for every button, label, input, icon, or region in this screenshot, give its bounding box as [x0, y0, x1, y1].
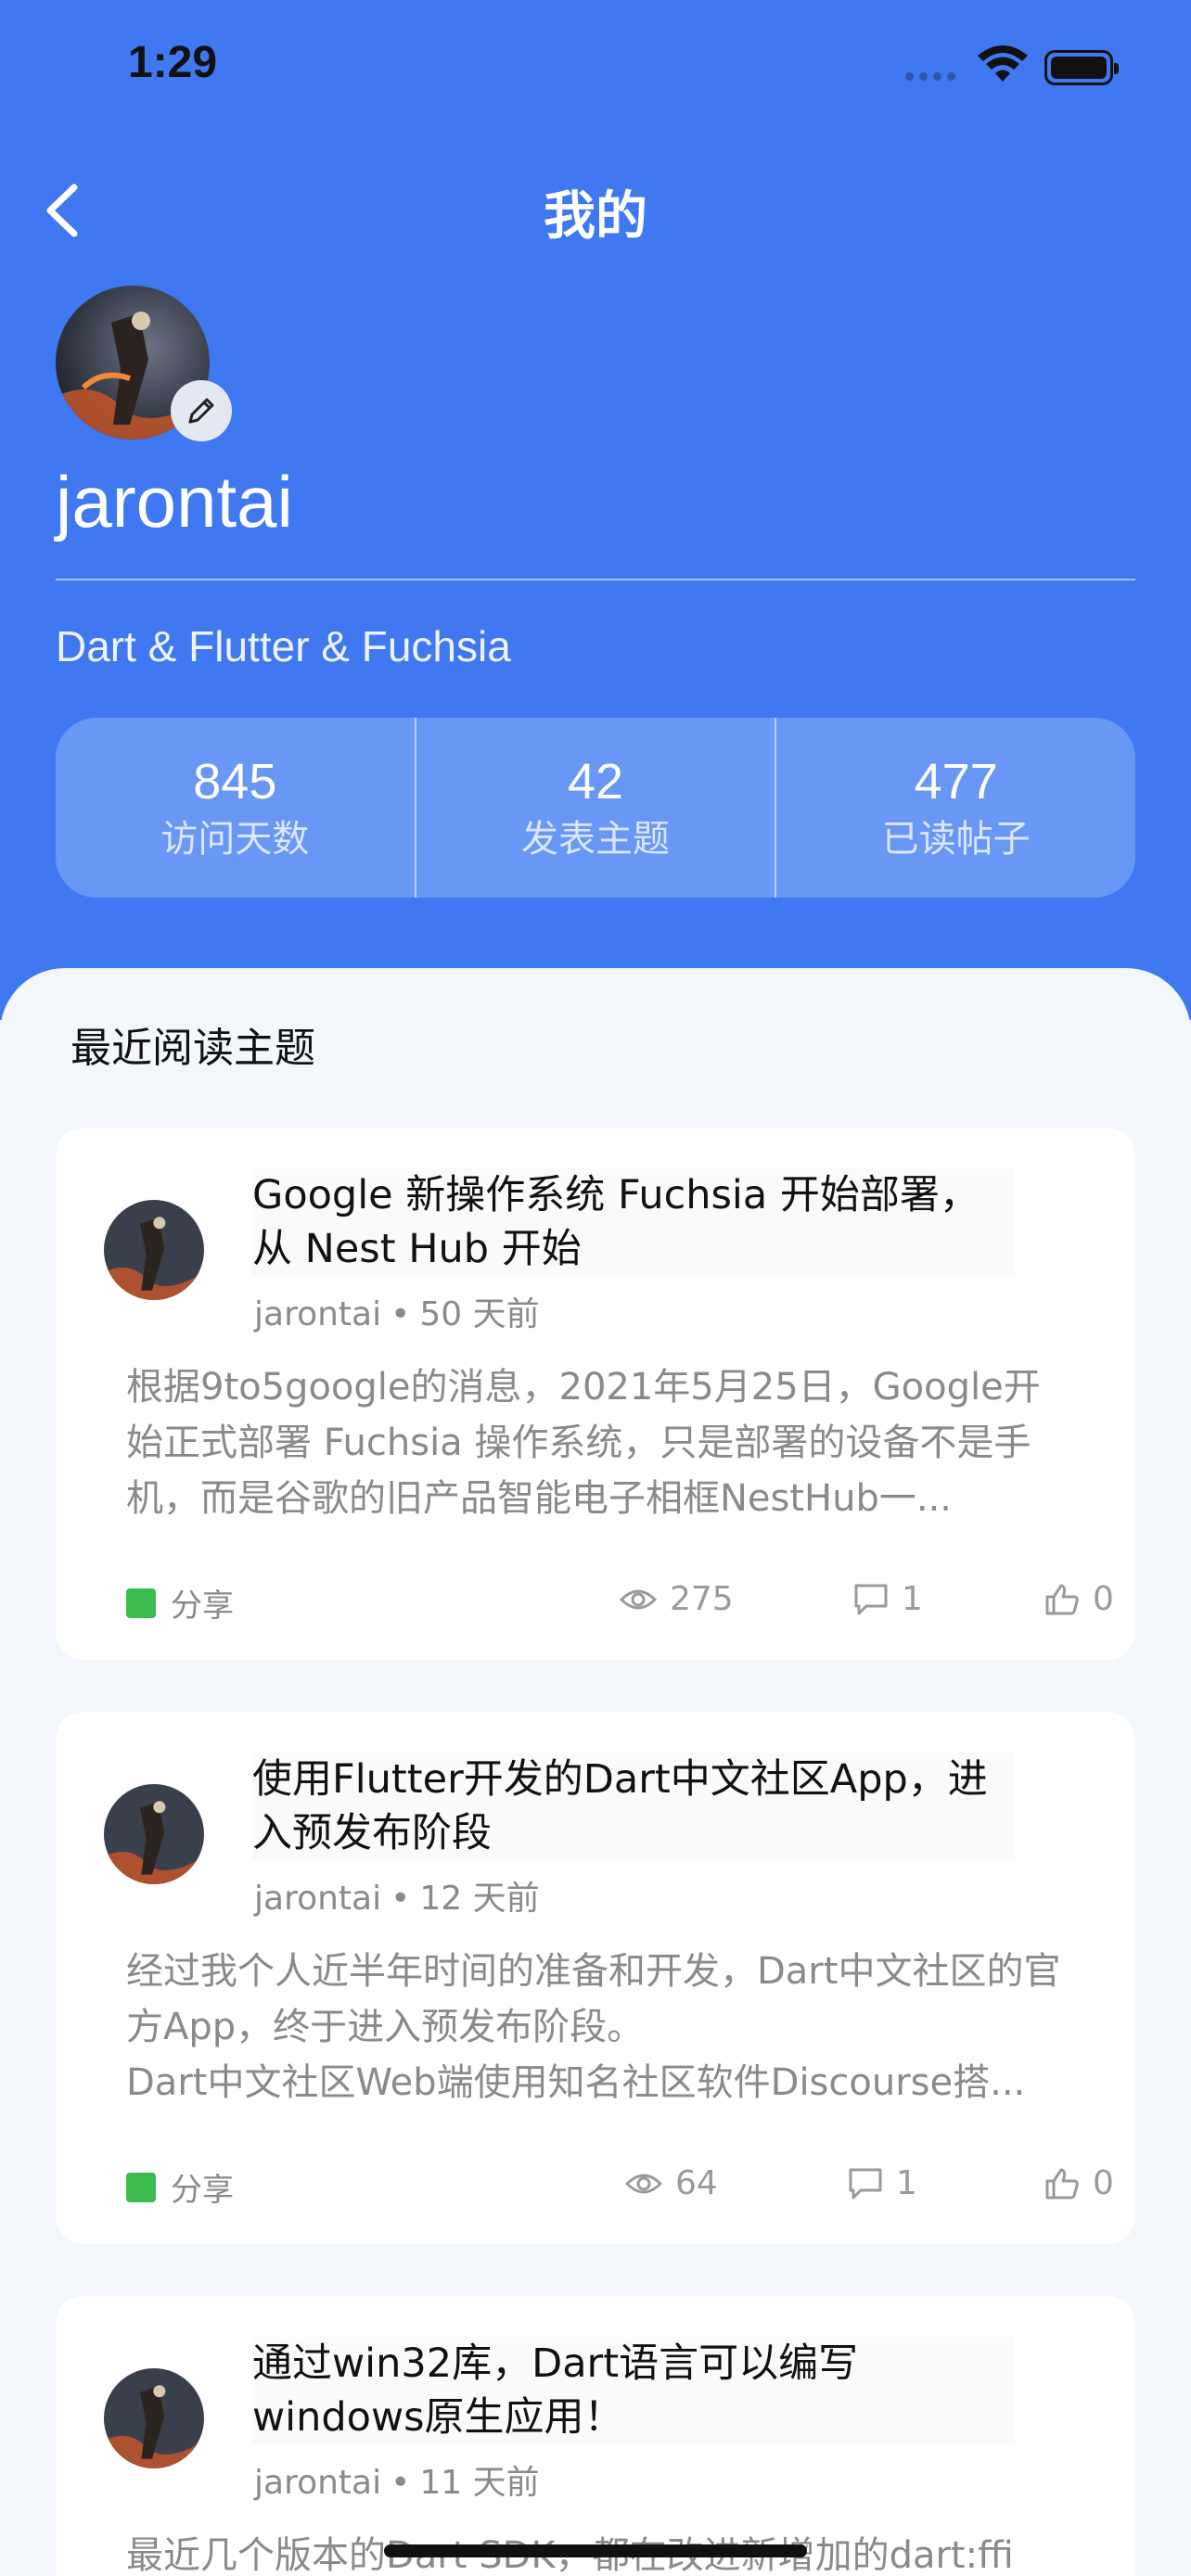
author-avatar	[104, 2368, 204, 2468]
home-indicator[interactable]	[384, 2544, 807, 2557]
category-tag[interactable]: 分享	[126, 1580, 234, 1626]
topic-excerpt: 根据9to5google的消息，2021年5月25日，Google开始正式部署 …	[126, 1366, 1041, 1520]
stat-read-posts[interactable]: 477 已读帖子	[776, 718, 1135, 898]
views-count: 64	[625, 2164, 718, 2202]
topic-author: jarontai	[254, 2464, 382, 2502]
category-color	[126, 2172, 156, 2202]
likes-value: 0	[1093, 2164, 1114, 2202]
divider	[56, 579, 1135, 580]
stat-label: 访问天数	[160, 818, 310, 861]
comment-icon	[854, 1584, 888, 1614]
topic-card[interactable]: Google 新操作系统 Fuchsia 开始部署，从 Nest Hub 开始 …	[56, 1128, 1135, 1660]
category-label: 分享	[171, 1588, 234, 1625]
topic-time: 12 天前	[419, 1880, 540, 1918]
page-title: 我的	[544, 186, 647, 247]
status-bar: 1:29	[0, 0, 1191, 139]
stat-value: 477	[914, 754, 998, 810]
topic-card[interactable]: 使用Flutter开发的Dart中文社区App，进入预发布阶段 jarontai…	[56, 1712, 1135, 2244]
cellular-signal-icon	[905, 72, 955, 81]
topic-author: jarontai	[254, 1880, 382, 1918]
section-title: 最近阅读主题	[70, 1025, 315, 1072]
category-tag[interactable]: 分享	[126, 2164, 234, 2210]
stat-visit-days[interactable]: 845 访问天数	[56, 718, 416, 898]
thumbs-up-icon	[1045, 2168, 1079, 2199]
topic-time: 50 天前	[419, 1295, 540, 1333]
category-label: 分享	[171, 2172, 234, 2209]
stat-topics[interactable]: 42 发表主题	[416, 718, 777, 898]
thumbs-up-icon	[1045, 1584, 1079, 1614]
topic-meta: jarontai • 12 天前	[254, 1880, 540, 1918]
topic-excerpt: 经过我个人近半年时间的准备和开发，Dart中文社区的官方App，终于进入预发布阶…	[126, 1950, 1061, 2104]
topic-footer: 分享 275 1 0	[126, 1576, 1119, 1626]
views-value: 275	[670, 1580, 734, 1618]
likes-count[interactable]: 0	[1044, 2164, 1114, 2202]
category-color	[126, 1588, 156, 1618]
edit-avatar-button[interactable]	[171, 380, 232, 441]
author-avatar	[104, 1784, 204, 1884]
replies-value: 1	[902, 1580, 923, 1618]
username: jarontai	[56, 461, 293, 542]
wifi-icon	[978, 45, 1028, 82]
eye-icon	[620, 1589, 657, 1609]
views-value: 64	[675, 2164, 718, 2202]
replies-value: 1	[896, 2164, 917, 2202]
topic-meta: jarontai • 50 天前	[254, 1295, 540, 1333]
stat-label: 发表主题	[521, 818, 670, 861]
stat-label: 已读帖子	[881, 818, 1031, 861]
comment-icon	[849, 2168, 882, 2199]
recent-topics-panel: 最近阅读主题 Google 新操作系统 Fuchsia 开始部署，从 Nest …	[0, 968, 1191, 2576]
replies-count: 1	[848, 2164, 917, 2202]
pencil-icon	[188, 398, 214, 424]
topic-time: 11 天前	[419, 2464, 540, 2502]
eye-icon	[625, 2174, 662, 2193]
topic-title[interactable]: 通过win32库，Dart语言可以编写windows原生应用！	[252, 2337, 1015, 2444]
stats-panel: 845 访问天数 42 发表主题 477 已读帖子	[56, 718, 1135, 898]
battery-icon	[1044, 50, 1119, 85]
topic-card[interactable]: 通过win32库，Dart语言可以编写windows原生应用！ jarontai…	[56, 2296, 1135, 2576]
replies-count: 1	[853, 1580, 923, 1618]
topic-author: jarontai	[254, 1295, 382, 1333]
author-avatar	[104, 1200, 204, 1300]
topic-footer: 分享 64 1 0	[126, 2161, 1119, 2210]
likes-value: 0	[1093, 1580, 1114, 1618]
stat-value: 42	[567, 754, 624, 810]
topic-meta: jarontai • 11 天前	[254, 2464, 540, 2502]
status-time: 1:29	[128, 38, 218, 87]
topic-title[interactable]: 使用Flutter开发的Dart中文社区App，进入预发布阶段	[252, 1753, 1015, 1860]
likes-count[interactable]: 0	[1044, 1580, 1114, 1618]
views-count: 275	[620, 1580, 734, 1618]
stat-value: 845	[193, 754, 277, 810]
topic-title[interactable]: Google 新操作系统 Fuchsia 开始部署，从 Nest Hub 开始	[252, 1168, 1015, 1276]
profile-bio: Dart & Flutter & Fuchsia	[56, 622, 511, 670]
profile-header: 1:29 我的 jarontai Dart & Flutter & Fuchsi…	[0, 0, 1191, 1020]
